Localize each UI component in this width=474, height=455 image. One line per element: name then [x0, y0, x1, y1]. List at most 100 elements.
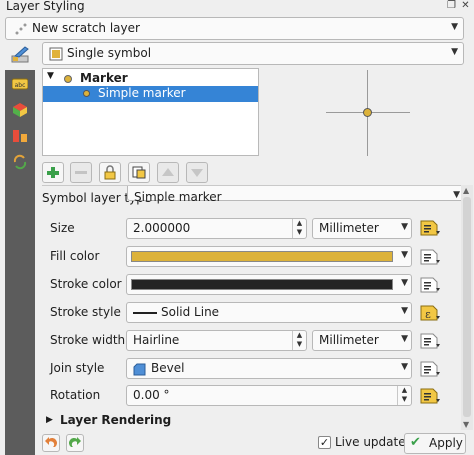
spinbox-arrows-icon[interactable]: ▲ ▼: [397, 386, 411, 405]
stroke-width-label: Stroke width: [50, 333, 126, 347]
chevron-down-icon: ▼: [451, 47, 458, 57]
style-sidebar: abc: [5, 70, 35, 455]
size-input[interactable]: 2.000000 ▲ ▼: [126, 218, 307, 239]
redo-icon: [69, 437, 81, 447]
scroll-up-icon[interactable]: ▲: [463, 186, 469, 195]
size-value: 2.000000: [133, 221, 191, 235]
arrow-up-icon: [162, 168, 174, 176]
history-arrows-icon[interactable]: [12, 154, 28, 170]
chevron-down-icon: ▼: [401, 278, 408, 288]
3d-cube-icon[interactable]: [12, 102, 28, 118]
lock-icon: [104, 165, 116, 180]
data-defined-override-icon[interactable]: [419, 276, 441, 294]
live-update-checkbox[interactable]: ✓: [318, 436, 331, 449]
bevel-join-icon: [133, 363, 146, 376]
layer-select[interactable]: New scratch layer ▼: [5, 17, 464, 40]
join-style-select[interactable]: Bevel ▼: [126, 358, 412, 379]
collapse-arrow-icon[interactable]: ▼: [47, 71, 54, 81]
size-unit-value: Millimeter: [319, 221, 379, 235]
tree-item-label: Simple marker: [98, 86, 186, 100]
tree-item-marker[interactable]: ▼ Marker: [43, 71, 258, 87]
stroke-width-value: Hairline: [133, 333, 180, 347]
chevron-down-icon: ▼: [401, 250, 408, 260]
simple-marker-swatch-icon: [83, 90, 90, 97]
size-unit-select[interactable]: Millimeter ▼: [312, 218, 412, 239]
float-window-icon[interactable]: ❐: [445, 0, 458, 12]
rotation-label: Rotation: [50, 388, 101, 402]
stroke-color-swatch: [131, 279, 393, 290]
join-style-value: Bevel: [151, 361, 185, 375]
stroke-style-label: Stroke style: [50, 305, 121, 319]
layer-select-value: New scratch layer: [32, 21, 140, 35]
data-defined-override-icon[interactable]: [419, 360, 441, 378]
data-defined-override-icon[interactable]: [419, 248, 441, 266]
diagrams-icon[interactable]: [12, 128, 28, 144]
arrow-down-icon: [191, 169, 203, 177]
expand-arrow-icon[interactable]: ▶: [46, 415, 53, 425]
rotation-input[interactable]: 0.00 ° ▲ ▼: [126, 385, 412, 406]
move-up-button[interactable]: [157, 162, 179, 183]
join-style-label: Join style: [50, 361, 105, 375]
duplicate-icon: [132, 166, 146, 179]
remove-symbol-layer-button[interactable]: [70, 162, 92, 183]
symbol-layer-type-select[interactable]: Simple marker ▼: [127, 186, 462, 204]
renderer-select-value: Single symbol: [67, 46, 152, 60]
undo-button[interactable]: [42, 434, 60, 452]
stroke-color-label: Stroke color: [50, 277, 122, 291]
move-down-button[interactable]: [186, 162, 208, 183]
stroke-style-select[interactable]: Solid Line ▼: [126, 302, 412, 323]
chevron-down-icon: ▼: [401, 334, 408, 344]
tree-item-label: Marker: [80, 71, 128, 85]
plus-icon: [47, 167, 59, 178]
labels-icon[interactable]: abc: [12, 76, 28, 92]
symbol-layer-tree: ▼ Marker Simple marker: [42, 68, 259, 156]
stroke-style-value: Solid Line: [161, 305, 220, 319]
svg-text:ε: ε: [425, 308, 431, 321]
stroke-color-button[interactable]: ▼: [126, 274, 412, 295]
rotation-value: 0.00 °: [133, 388, 170, 402]
stroke-width-input[interactable]: Hairline ▲ ▼: [126, 330, 307, 351]
solid-line-icon: [133, 312, 157, 314]
data-defined-override-icon[interactable]: [419, 387, 441, 405]
chevron-down-icon: ▼: [401, 222, 408, 232]
stroke-width-unit-select[interactable]: Millimeter ▼: [312, 330, 412, 351]
tree-item-simple-marker[interactable]: Simple marker: [43, 86, 258, 102]
apply-label: Apply: [429, 436, 463, 450]
close-icon[interactable]: ✕: [459, 0, 472, 12]
duplicate-layer-button[interactable]: [128, 162, 150, 183]
chevron-down-icon: ▼: [453, 190, 460, 200]
chevron-down-icon: ▼: [401, 306, 408, 316]
scratch-layer-icon: [15, 23, 27, 35]
live-update-label: Live update: [335, 435, 406, 449]
scroll-down-icon[interactable]: ▼: [463, 420, 469, 429]
add-symbol-layer-button[interactable]: [42, 162, 64, 183]
window-title: Layer Styling: [6, 0, 85, 13]
spinbox-arrows-icon[interactable]: ▲ ▼: [292, 219, 306, 238]
marker-swatch-icon: [64, 75, 72, 83]
data-defined-override-icon[interactable]: [419, 332, 441, 350]
lock-layer-button[interactable]: [99, 162, 121, 183]
renderer-select[interactable]: Single symbol ▼: [42, 42, 464, 65]
data-defined-expression-icon[interactable]: ε: [419, 304, 441, 322]
svg-text:abc: abc: [15, 82, 26, 89]
minus-icon: [75, 171, 87, 174]
chevron-down-icon: ▼: [451, 22, 458, 32]
scrollbar-thumb[interactable]: [463, 197, 471, 417]
redo-button[interactable]: [66, 434, 84, 452]
paintbrush-icon[interactable]: [10, 45, 32, 65]
fill-color-label: Fill color: [50, 249, 100, 263]
layer-rendering-label: Layer Rendering: [60, 413, 172, 427]
stroke-width-unit-value: Millimeter: [319, 333, 379, 347]
title-bar: Layer Styling ❐ ✕: [0, 0, 474, 14]
properties-scrollbar[interactable]: ▲ ▼: [461, 185, 473, 430]
apply-button[interactable]: ✔ Apply: [404, 433, 466, 454]
data-defined-override-icon[interactable]: [419, 219, 441, 237]
symbol-layer-type-value: Simple marker: [134, 190, 222, 204]
marker-preview-dot: [363, 108, 372, 117]
checkmark-icon: ✔: [410, 435, 421, 450]
fill-color-button[interactable]: ▼: [126, 246, 412, 267]
single-symbol-icon: [49, 47, 63, 61]
size-label: Size: [50, 221, 75, 235]
spinbox-arrows-icon[interactable]: ▲ ▼: [292, 331, 306, 350]
undo-icon: [45, 437, 57, 447]
